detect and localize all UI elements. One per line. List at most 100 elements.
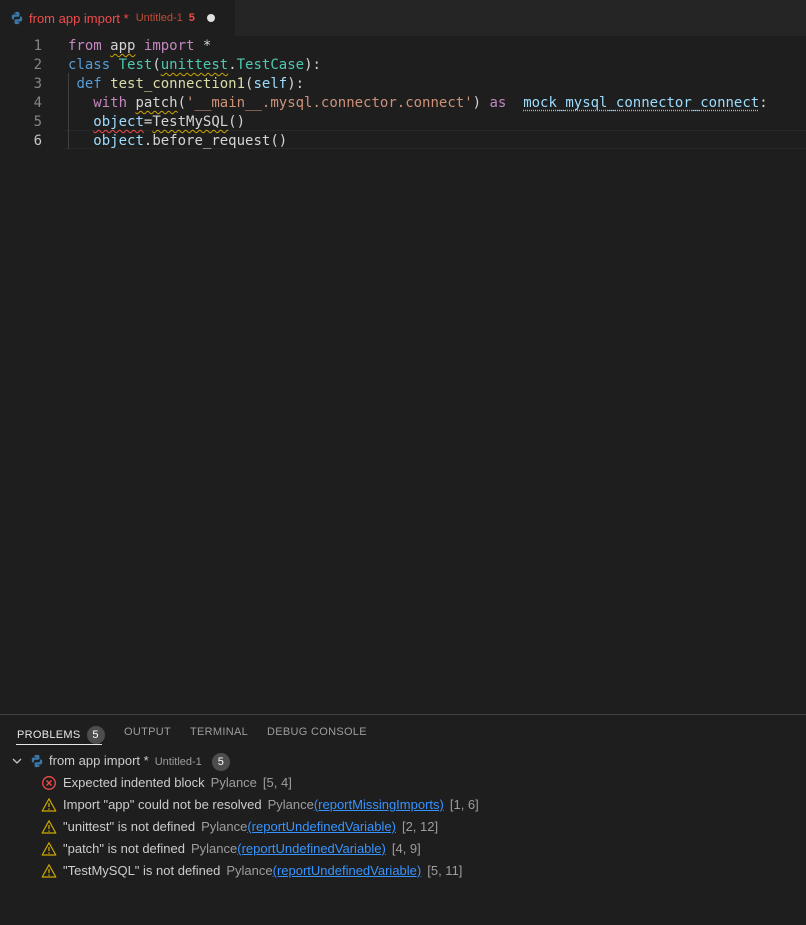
error-circle-icon xyxy=(41,775,57,791)
code-token: ) xyxy=(472,95,490,111)
code-token: '__main__.mysql.connector.connect' xyxy=(186,95,473,111)
code-text: def test_connection1(self): xyxy=(68,75,304,94)
problem-message: "TestMySQL" is not defined xyxy=(63,863,221,878)
problem-position: [5, 11] xyxy=(427,863,463,878)
code-text: with patch('__main__.mysql.connector.con… xyxy=(68,94,768,113)
editor-tab-bar: from app import * Untitled-1 5 xyxy=(0,0,806,37)
code-token: : xyxy=(759,95,768,111)
problem-group-count: 5 xyxy=(211,753,230,771)
code-token: . xyxy=(228,57,237,73)
problem-item[interactable]: Import "app" could not be resolved Pylanc… xyxy=(0,794,806,816)
problem-group[interactable]: from app import * Untitled-1 5 xyxy=(0,750,806,772)
code-token: TestCase xyxy=(236,57,305,73)
problem-item[interactable]: "patch" is not defined Pylance(reportUnde… xyxy=(0,838,806,860)
line-number: 2 xyxy=(33,57,42,73)
code-token: unittest xyxy=(160,57,229,73)
code-token: with xyxy=(93,95,128,111)
code-token: () xyxy=(228,114,246,130)
code-token: import xyxy=(143,38,195,54)
problem-source: Pylance xyxy=(190,841,238,856)
problem-text: "TestMySQL" is not defined Pylance(report… xyxy=(63,860,462,882)
line-number: 3 xyxy=(33,76,42,92)
problem-source: Pylance xyxy=(226,863,273,878)
problem-message: "patch" is not defined xyxy=(63,841,185,856)
code-line[interactable]: 4 with patch('__main__.mysql.connector.c… xyxy=(0,94,806,113)
active-tab-indicator xyxy=(16,744,102,745)
problem-position: [5, 4] xyxy=(262,775,292,790)
problem-position: [1, 6] xyxy=(449,797,479,812)
code-token: object xyxy=(93,133,144,149)
panel-tabs: PROBLEMS 5 OUTPUT TERMINAL DEBUG CONSOLE xyxy=(0,715,806,747)
editor-tab[interactable]: from app import * Untitled-1 5 xyxy=(0,0,236,36)
tab-problems-label: PROBLEMS xyxy=(17,729,81,741)
code-token: from xyxy=(68,38,102,54)
problem-message: Expected indented block xyxy=(63,775,205,790)
problem-source: Pylance xyxy=(267,797,314,812)
code-line[interactable]: 2 class Test(unittest.TestCase): xyxy=(0,56,806,75)
code-token: class xyxy=(68,57,111,73)
tab-title: from app import * xyxy=(29,10,129,26)
warning-triangle-icon xyxy=(41,863,57,879)
problem-source: Pylance xyxy=(210,775,257,790)
problem-group-label: from app import * Untitled-1 5 xyxy=(49,750,230,773)
unsaved-dot-icon[interactable] xyxy=(206,14,215,22)
problem-position: [2, 12] xyxy=(401,819,439,834)
problem-group-file: from app import * xyxy=(49,753,149,768)
code-token: before_request xyxy=(152,133,271,149)
problem-position: [4, 9] xyxy=(391,841,421,856)
code-token: patch xyxy=(135,95,178,111)
code-token: object xyxy=(93,114,144,130)
warning-triangle-icon xyxy=(41,819,57,835)
problem-message: Import "app" could not be resolved xyxy=(63,797,262,812)
problem-code-link[interactable]: (reportUndefinedVariable) xyxy=(237,841,386,856)
code-token: ( xyxy=(177,95,187,111)
problem-message: "unittest" is not defined xyxy=(63,819,196,834)
problem-code-link[interactable]: (reportMissingImports) xyxy=(314,797,444,812)
python-icon xyxy=(11,11,23,25)
problem-item[interactable]: Expected indented block Pylance [5, 4] xyxy=(0,772,806,794)
tab-problems[interactable]: PROBLEMS 5 xyxy=(17,726,105,744)
warning-triangle-icon xyxy=(41,797,57,813)
chevron-down-icon[interactable] xyxy=(11,755,23,767)
problem-text: "unittest" is not defined Pylance(reportU… xyxy=(63,816,438,838)
problem-code-link[interactable]: (reportUndefinedVariable) xyxy=(273,863,422,878)
code-line[interactable]: 1 from app import * xyxy=(0,37,806,56)
code-token: app xyxy=(110,38,136,54)
problem-code-link[interactable]: (reportUndefinedVariable) xyxy=(247,819,396,834)
code-editor[interactable]: 1 from app import * 2 class Test(unittest.T… xyxy=(0,36,806,714)
code-line[interactable]: 5 object=TestMySQL() xyxy=(0,113,806,132)
tab-description: Untitled-1 xyxy=(135,12,183,24)
problem-item[interactable]: "TestMySQL" is not defined Pylance(report… xyxy=(0,860,806,882)
code-token: mock_mysql_connector_connect xyxy=(523,95,760,111)
problem-text: Expected indented block Pylance [5, 4] xyxy=(63,772,292,794)
code-token: () xyxy=(270,133,288,149)
code-token: self xyxy=(253,76,288,92)
code-line[interactable]: 6 object.before_request() xyxy=(0,132,806,151)
tab-problem-count: 5 xyxy=(188,12,195,24)
code-token: test_connection1 xyxy=(110,76,246,92)
tab-terminal[interactable]: TERMINAL xyxy=(190,726,248,738)
problem-item[interactable]: "unittest" is not defined Pylance(reportU… xyxy=(0,816,806,838)
python-icon xyxy=(31,754,43,768)
code-token: ( xyxy=(152,57,161,73)
code-token: ): xyxy=(287,76,305,92)
code-line[interactable]: 3 def test_connection1(self): xyxy=(0,75,806,94)
tab-debug-console[interactable]: DEBUG CONSOLE xyxy=(267,726,367,738)
problem-group-description: Untitled-1 xyxy=(154,756,202,768)
line-number: 5 xyxy=(33,114,42,130)
code-token: * xyxy=(194,38,212,54)
line-number: 4 xyxy=(33,95,42,111)
problem-source: Pylance xyxy=(201,819,248,834)
code-token: ): xyxy=(304,57,321,73)
problems-count-badge: 5 xyxy=(86,726,105,744)
tab-output[interactable]: OUTPUT xyxy=(124,726,171,738)
bottom-panel: PROBLEMS 5 OUTPUT TERMINAL DEBUG CONSOLE … xyxy=(0,714,806,925)
warning-triangle-icon xyxy=(41,841,57,857)
